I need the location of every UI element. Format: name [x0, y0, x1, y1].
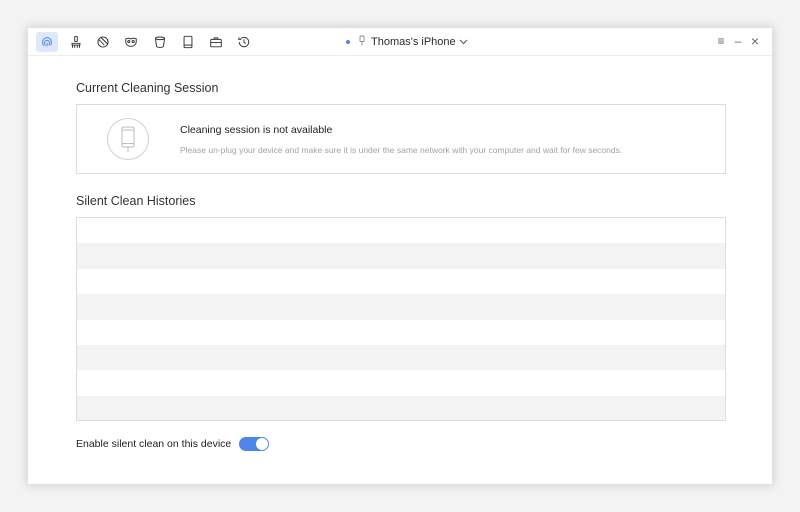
chevron-down-icon: [459, 36, 468, 48]
list-item: [77, 370, 725, 395]
device-name: Thomas's iPhone: [371, 36, 456, 48]
bucket-icon: [154, 36, 166, 48]
browser-icon: [97, 36, 109, 48]
list-item: [77, 294, 725, 320]
minimize-button[interactable]: –: [731, 34, 745, 48]
history-icon: [238, 36, 250, 48]
silent-clean-label: Enable silent clean on this device: [76, 438, 232, 450]
tab-browser[interactable]: [92, 32, 114, 52]
cable-icon: [359, 35, 365, 49]
list-item: [77, 218, 725, 243]
close-button[interactable]: ×: [748, 33, 762, 49]
silent-clean-toggle[interactable]: [239, 437, 270, 451]
phone-icon: [107, 118, 149, 160]
list-item: [77, 395, 725, 420]
toggle-knob: [256, 438, 269, 450]
app-window: Thomas's iPhone ≡ – × Current Cleaning S…: [27, 27, 773, 485]
tab-device[interactable]: [177, 32, 199, 52]
list-item: [77, 243, 725, 269]
list-item: [77, 320, 725, 345]
session-status-heading: Cleaning session is not available: [180, 124, 333, 136]
broom-icon: [71, 35, 81, 48]
fingerprint-icon: [42, 37, 52, 47]
mask-icon: [125, 37, 137, 47]
current-session-title: Current Cleaning Session: [76, 81, 219, 95]
menu-icon[interactable]: ≡: [714, 34, 728, 48]
tab-cleaner[interactable]: [65, 32, 87, 52]
toolbox-icon: [210, 37, 222, 48]
device-selector[interactable]: Thomas's iPhone: [346, 34, 468, 50]
list-item: [77, 269, 725, 294]
current-session-panel: Cleaning session is not available Please…: [76, 104, 726, 174]
list-item: [77, 344, 725, 371]
histories-list: [76, 217, 726, 421]
tablet-icon: [183, 35, 193, 49]
connection-status-dot: [346, 40, 350, 44]
tab-privacy[interactable]: [120, 32, 142, 52]
tab-toolbox[interactable]: [205, 32, 227, 52]
title-bar: Thomas's iPhone ≡ – ×: [28, 28, 772, 56]
tab-history[interactable]: [233, 32, 255, 52]
tab-fingerprint[interactable]: [36, 32, 58, 52]
silent-clean-setting: Enable silent clean on this device: [76, 436, 270, 452]
histories-title: Silent Clean Histories: [76, 194, 196, 208]
session-status-description: Please un-plug your device and make sure…: [180, 145, 623, 155]
tab-storage[interactable]: [149, 32, 171, 52]
